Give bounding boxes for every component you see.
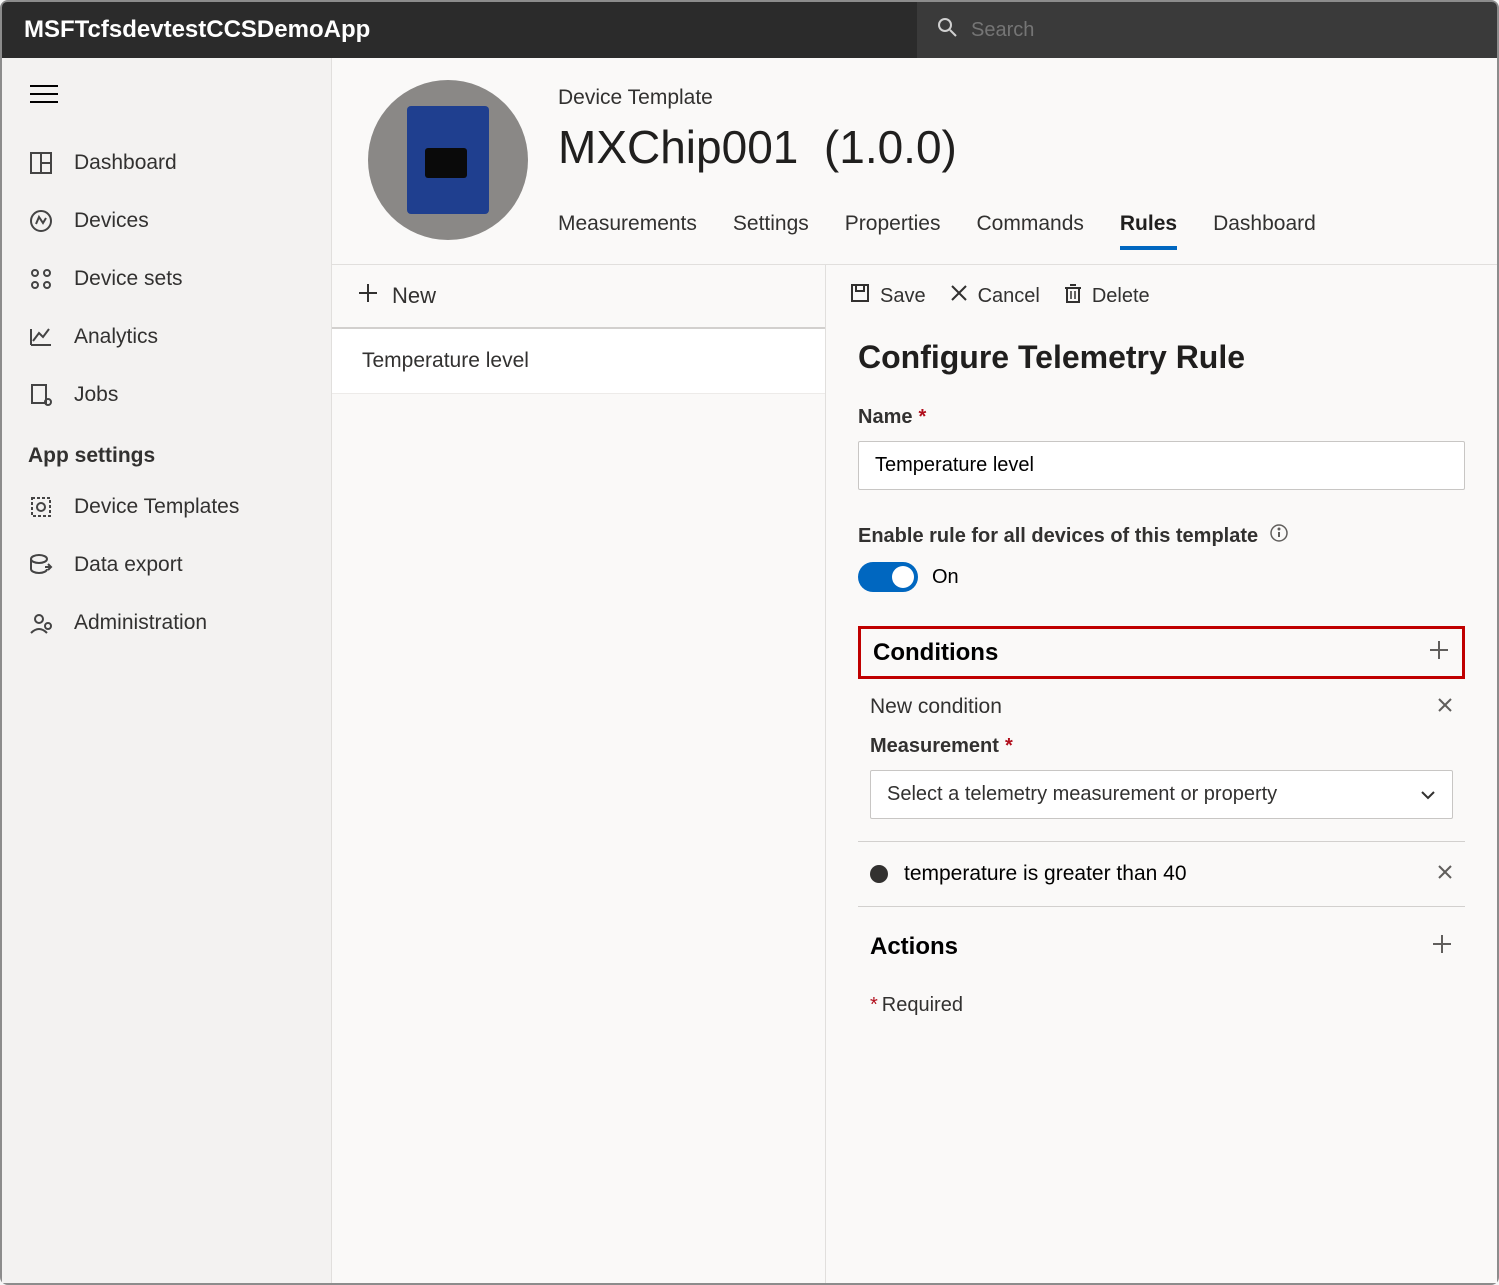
toggle-state: On: [932, 566, 959, 589]
cancel-label: Cancel: [978, 285, 1040, 308]
name-label: Name*: [858, 406, 1465, 429]
device-avatar: [368, 80, 528, 240]
administration-icon: [28, 610, 54, 636]
sidebar-item-devices[interactable]: Devices: [10, 192, 331, 250]
hamburger-menu[interactable]: [10, 80, 331, 134]
conditions-header: Conditions: [858, 626, 1465, 679]
sidebar-item-label: Data export: [74, 553, 183, 577]
plus-icon: [358, 283, 378, 309]
device-version: (1.0.0): [824, 121, 957, 173]
add-condition-button[interactable]: [1428, 637, 1450, 668]
sidebar: Dashboard Devices Device sets Analytics …: [2, 58, 332, 1283]
devices-icon: [28, 208, 54, 234]
new-rule-label: New: [392, 283, 436, 309]
tab-dashboard[interactable]: Dashboard: [1213, 212, 1316, 250]
templates-icon: [28, 494, 54, 520]
save-button[interactable]: Save: [850, 283, 926, 309]
sidebar-item-device-sets[interactable]: Device sets: [10, 250, 331, 308]
analytics-icon: [28, 324, 54, 350]
app-title: MSFTcfsdevtestCCSDemoApp: [2, 2, 917, 58]
sidebar-item-device-templates[interactable]: Device Templates: [10, 478, 331, 536]
search-input[interactable]: [971, 19, 1477, 42]
new-condition-label: New condition: [870, 695, 1002, 719]
search-box[interactable]: [917, 2, 1497, 58]
remove-new-condition[interactable]: [1437, 696, 1453, 719]
cancel-button[interactable]: Cancel: [950, 284, 1040, 308]
chevron-down-icon: [1420, 783, 1436, 806]
data-export-icon: [28, 552, 54, 578]
info-icon[interactable]: [1270, 524, 1288, 548]
rule-list-item[interactable]: Temperature level: [332, 329, 825, 394]
remove-existing-condition[interactable]: [1437, 863, 1453, 886]
chip-icon: [407, 106, 489, 214]
tab-commands[interactable]: Commands: [977, 212, 1084, 250]
save-label: Save: [880, 285, 926, 308]
rule-detail-pane: Save Cancel Delete: [826, 265, 1497, 1283]
actions-header: Actions: [858, 917, 1465, 976]
delete-icon: [1064, 283, 1082, 309]
measurement-label: Measurement*: [870, 735, 1453, 758]
sidebar-item-administration[interactable]: Administration: [10, 594, 331, 652]
save-icon: [850, 283, 870, 309]
rules-list-pane: New Temperature level: [332, 265, 826, 1283]
dashboard-icon: [28, 150, 54, 176]
enable-label: Enable rule for all devices of this temp…: [858, 524, 1465, 548]
device-header: Device Template MXChip001 (1.0.0) Measur…: [332, 58, 1497, 264]
sidebar-item-data-export[interactable]: Data export: [10, 536, 331, 594]
sidebar-item-dashboard[interactable]: Dashboard: [10, 134, 331, 192]
existing-condition-row[interactable]: temperature is greater than 40: [858, 842, 1465, 906]
actions-heading: Actions: [870, 933, 958, 961]
search-icon: [937, 17, 957, 43]
sidebar-item-analytics[interactable]: Analytics: [10, 308, 331, 366]
tabs: Measurements Settings Properties Command…: [558, 184, 1467, 250]
jobs-icon: [28, 382, 54, 408]
sidebar-item-label: Analytics: [74, 325, 158, 349]
sidebar-item-label: Devices: [74, 209, 149, 233]
existing-condition-text: temperature is greater than 40: [904, 862, 1187, 886]
add-action-button[interactable]: [1431, 931, 1453, 962]
close-icon: [950, 284, 968, 308]
sidebar-heading: App settings: [10, 424, 331, 478]
page-title: Configure Telemetry Rule: [858, 339, 1465, 376]
device-title: MXChip001 (1.0.0): [558, 120, 1467, 174]
required-note: *Required: [858, 976, 1465, 1035]
new-rule-button[interactable]: New: [332, 265, 825, 329]
breadcrumb: Device Template: [558, 80, 1467, 110]
tab-properties[interactable]: Properties: [845, 212, 941, 250]
enable-toggle[interactable]: [858, 562, 918, 592]
sidebar-item-jobs[interactable]: Jobs: [10, 366, 331, 424]
sidebar-item-label: Device Templates: [74, 495, 239, 519]
device-sets-icon: [28, 266, 54, 292]
tab-settings[interactable]: Settings: [733, 212, 809, 250]
rule-name-input[interactable]: [858, 441, 1465, 490]
sidebar-item-label: Administration: [74, 611, 207, 635]
tab-measurements[interactable]: Measurements: [558, 212, 697, 250]
sidebar-item-label: Jobs: [74, 383, 118, 407]
measurement-select[interactable]: Select a telemetry measurement or proper…: [870, 770, 1453, 819]
delete-button[interactable]: Delete: [1064, 283, 1150, 309]
conditions-heading: Conditions: [873, 639, 998, 667]
sidebar-item-label: Device sets: [74, 267, 183, 291]
delete-label: Delete: [1092, 285, 1150, 308]
sidebar-item-label: Dashboard: [74, 151, 177, 175]
device-name: MXChip001: [558, 121, 798, 173]
measurement-placeholder: Select a telemetry measurement or proper…: [887, 783, 1277, 806]
tab-rules[interactable]: Rules: [1120, 212, 1177, 250]
condition-dot-icon: [870, 865, 888, 883]
